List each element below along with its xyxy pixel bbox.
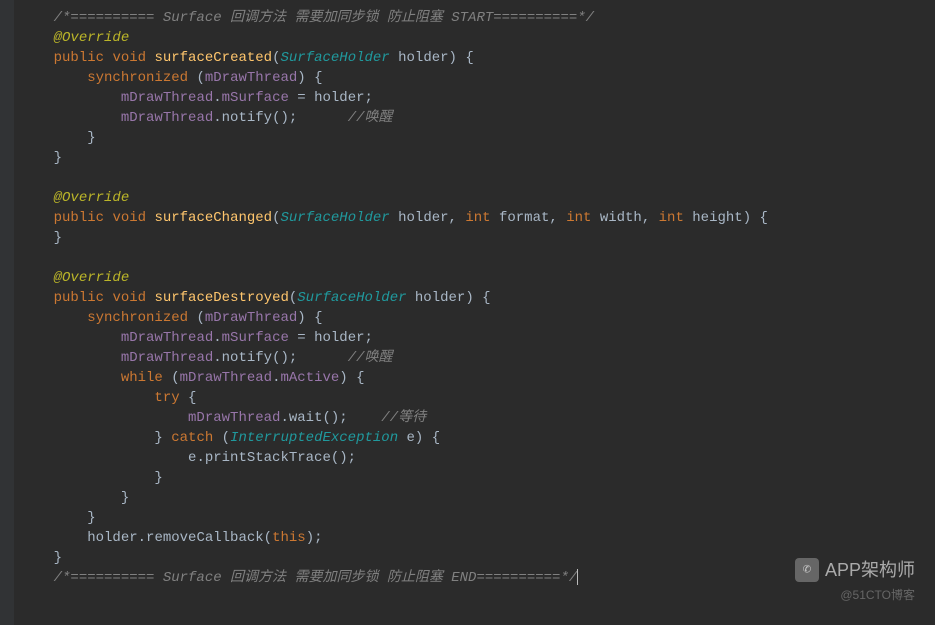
field: mDrawThread <box>205 310 297 326</box>
method-call: removeCallback <box>146 530 264 546</box>
comment-text: //唤醒 <box>348 110 393 126</box>
code-line: } catch (InterruptedException e) { <box>20 428 935 448</box>
code-line: @Override <box>20 268 935 288</box>
annotation: @Override <box>54 190 130 206</box>
method-name: surfaceCreated <box>154 50 272 66</box>
code-editor[interactable]: /*========== Surface 回调方法 需要加同步锁 防止阻塞 ST… <box>0 0 935 596</box>
code-line: synchronized (mDrawThread) { <box>20 68 935 88</box>
code-line <box>20 168 935 188</box>
type: SurfaceHolder <box>280 210 389 226</box>
code-line: try { <box>20 388 935 408</box>
keyword: int <box>659 210 684 226</box>
keyword: try <box>154 390 179 406</box>
param: width <box>600 210 642 226</box>
field: mDrawThread <box>121 110 213 126</box>
code-line: mDrawThread.notify(); //唤醒 <box>20 108 935 128</box>
field: mDrawThread <box>205 70 297 86</box>
comment-text: /*========== Surface 回调方法 需要加同步锁 防止阻塞 ST… <box>54 10 594 26</box>
code-line: } <box>20 468 935 488</box>
code-line <box>20 248 935 268</box>
type: SurfaceHolder <box>280 50 389 66</box>
code-line: public void surfaceCreated(SurfaceHolder… <box>20 48 935 68</box>
code-line: mDrawThread.notify(); //唤醒 <box>20 348 935 368</box>
code-line: } <box>20 548 935 568</box>
annotation: @Override <box>54 270 130 286</box>
keyword: this <box>272 530 306 546</box>
code-line: mDrawThread.wait(); //等待 <box>20 408 935 428</box>
code-line: } <box>20 128 935 148</box>
field: mDrawThread <box>121 90 213 106</box>
code-line: /*========== Surface 回调方法 需要加同步锁 防止阻塞 EN… <box>20 568 935 588</box>
field: mDrawThread <box>121 350 213 366</box>
keyword: int <box>566 210 591 226</box>
method-name: surfaceDestroyed <box>154 290 288 306</box>
code-line: } <box>20 488 935 508</box>
method-call: printStackTrace <box>205 450 331 466</box>
keyword: public <box>54 210 104 226</box>
param: height <box>692 210 742 226</box>
keyword: void <box>112 210 146 226</box>
comment-text: /*========== Surface 回调方法 需要加同步锁 防止阻塞 EN… <box>54 570 578 586</box>
keyword: catch <box>171 430 213 446</box>
field: mDrawThread <box>188 410 280 426</box>
keyword: int <box>465 210 490 226</box>
field: mDrawThread <box>121 330 213 346</box>
method-name: surfaceChanged <box>154 210 272 226</box>
type: InterruptedException <box>230 430 398 446</box>
param: holder <box>398 210 448 226</box>
keyword: void <box>112 290 146 306</box>
keyword: synchronized <box>87 310 188 326</box>
keyword: public <box>54 290 104 306</box>
field: mActive <box>280 370 339 386</box>
code-line: public void surfaceDestroyed(SurfaceHold… <box>20 288 935 308</box>
code-line: public void surfaceChanged(SurfaceHolder… <box>20 208 935 228</box>
code-line: } <box>20 228 935 248</box>
code-line: mDrawThread.mSurface = holder; <box>20 328 935 348</box>
keyword: while <box>121 370 163 386</box>
method-call: notify <box>222 350 272 366</box>
field: mSurface <box>222 330 289 346</box>
code-line: @Override <box>20 28 935 48</box>
code-line: while (mDrawThread.mActive) { <box>20 368 935 388</box>
code-line: @Override <box>20 188 935 208</box>
method-call: notify <box>222 110 272 126</box>
code-line: holder.removeCallback(this); <box>20 528 935 548</box>
type: SurfaceHolder <box>297 290 406 306</box>
param: e <box>407 430 415 446</box>
code-line: mDrawThread.mSurface = holder; <box>20 88 935 108</box>
method-call: wait <box>289 410 323 426</box>
field: mDrawThread <box>180 370 272 386</box>
param: holder <box>314 90 364 106</box>
code-line: synchronized (mDrawThread) { <box>20 308 935 328</box>
code-line: e.printStackTrace(); <box>20 448 935 468</box>
param: holder <box>415 290 465 306</box>
param: holder <box>87 530 137 546</box>
code-line: } <box>20 148 935 168</box>
comment-text: //唤醒 <box>348 350 393 366</box>
keyword: synchronized <box>87 70 188 86</box>
param: holder <box>314 330 364 346</box>
annotation: @Override <box>54 30 130 46</box>
comment-text: //等待 <box>381 410 426 426</box>
code-line: /*========== Surface 回调方法 需要加同步锁 防止阻塞 ST… <box>20 8 935 28</box>
field: mSurface <box>222 90 289 106</box>
keyword: public <box>54 50 104 66</box>
param: holder <box>398 50 448 66</box>
code-line: } <box>20 508 935 528</box>
text-cursor <box>577 569 578 585</box>
keyword: void <box>112 50 146 66</box>
param: format <box>499 210 549 226</box>
